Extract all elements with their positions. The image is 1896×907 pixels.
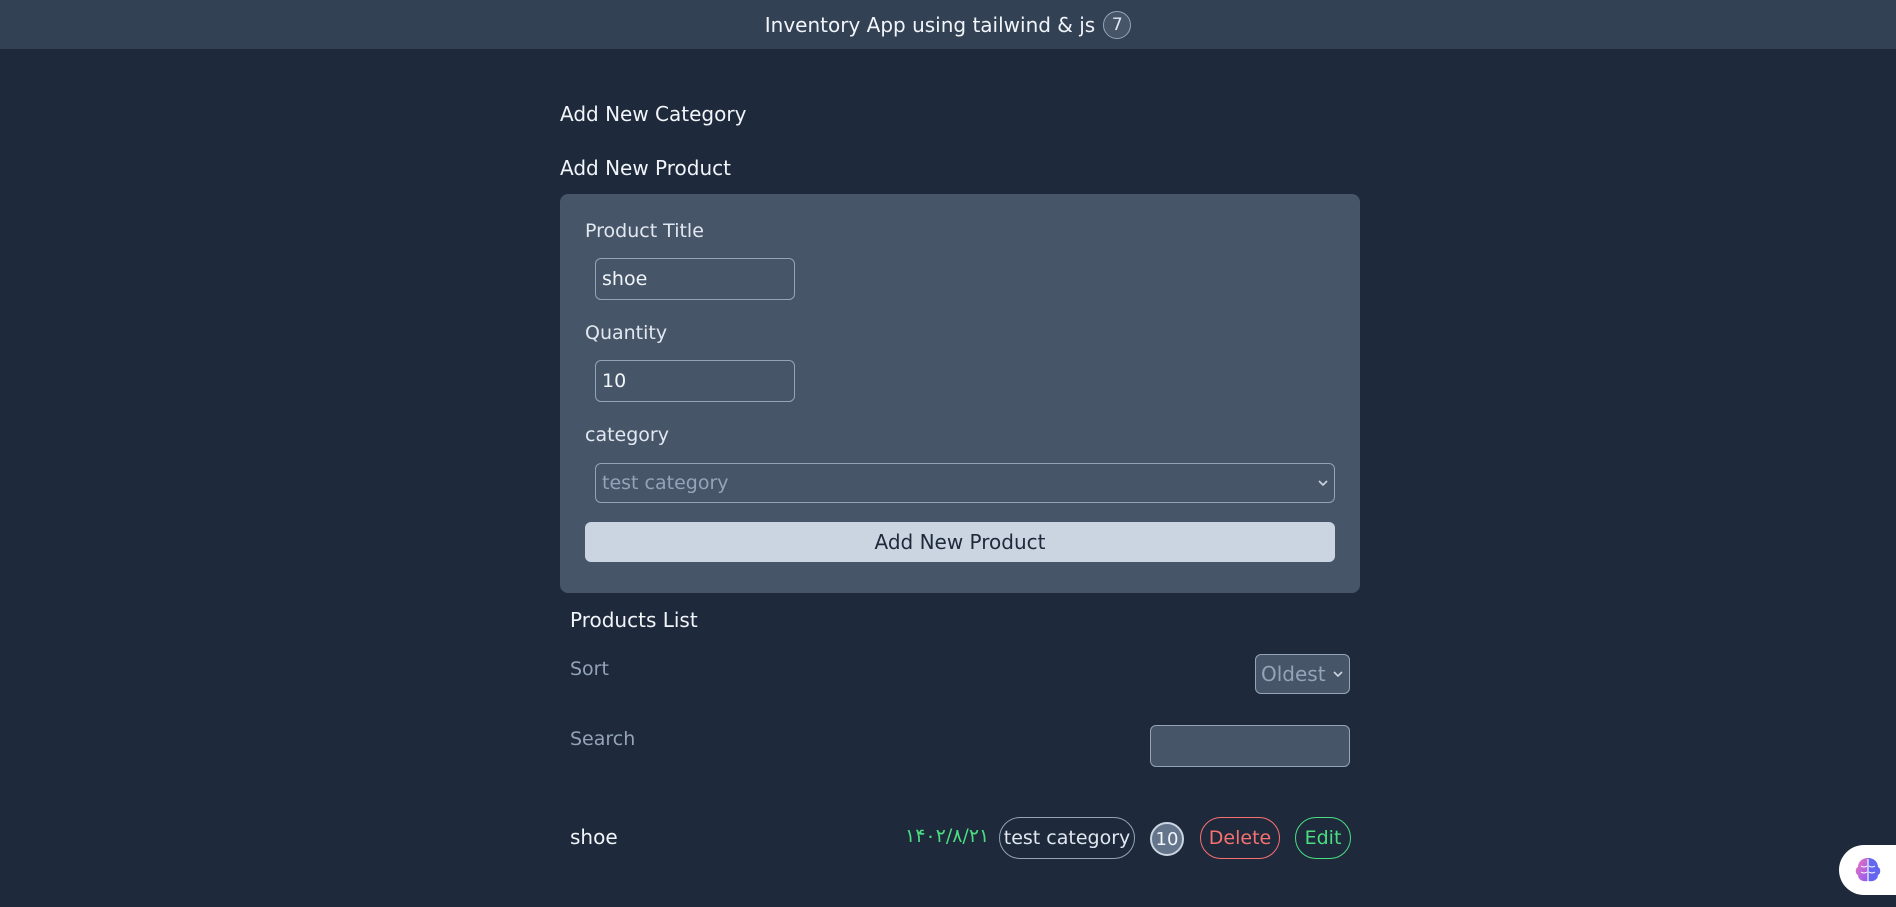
category-select[interactable]: test category [595, 463, 1335, 503]
search-label: Search [570, 728, 636, 750]
chevron-down-icon [1318, 480, 1328, 487]
add-category-toggle[interactable]: Add New Category [560, 102, 746, 126]
product-title-input[interactable] [595, 258, 795, 300]
sort-label: Sort [570, 658, 609, 680]
category-label: category [585, 424, 669, 446]
product-date: ۱۴۰۲/۸/۲۱ [905, 825, 990, 847]
quantity-input[interactable] [595, 360, 795, 402]
add-product-toggle[interactable]: Add New Product [560, 156, 731, 180]
sort-select[interactable]: Oldest [1255, 654, 1350, 694]
quantity-label: Quantity [585, 322, 668, 344]
products-list-title: Products List [570, 608, 698, 632]
delete-button[interactable]: Delete [1200, 817, 1280, 859]
product-category-badge: test category [999, 817, 1135, 859]
brain-icon [1855, 858, 1881, 882]
app-header: Inventory App using tailwind & js 7 [0, 0, 1896, 49]
product-quantity-badge: 10 [1150, 822, 1184, 856]
edit-button[interactable]: Edit [1295, 817, 1351, 859]
product-title: shoe [570, 825, 618, 849]
chevron-down-icon [1333, 671, 1343, 678]
sort-select-value: Oldest [1261, 662, 1326, 686]
product-count-badge: 7 [1103, 10, 1132, 39]
category-select-value: test category [602, 472, 729, 494]
search-input[interactable] [1150, 725, 1350, 767]
app-title: Inventory App using tailwind & js [764, 12, 1096, 37]
product-row: shoe ۱۴۰۲/۸/۲۱ test category 10 Delete E… [560, 817, 1360, 859]
add-product-form: Product Title Quantity category test cat… [560, 194, 1360, 593]
add-product-button[interactable]: Add New Product [585, 522, 1335, 562]
product-title-label: Product Title [585, 220, 704, 242]
assistant-widget[interactable] [1839, 845, 1896, 895]
